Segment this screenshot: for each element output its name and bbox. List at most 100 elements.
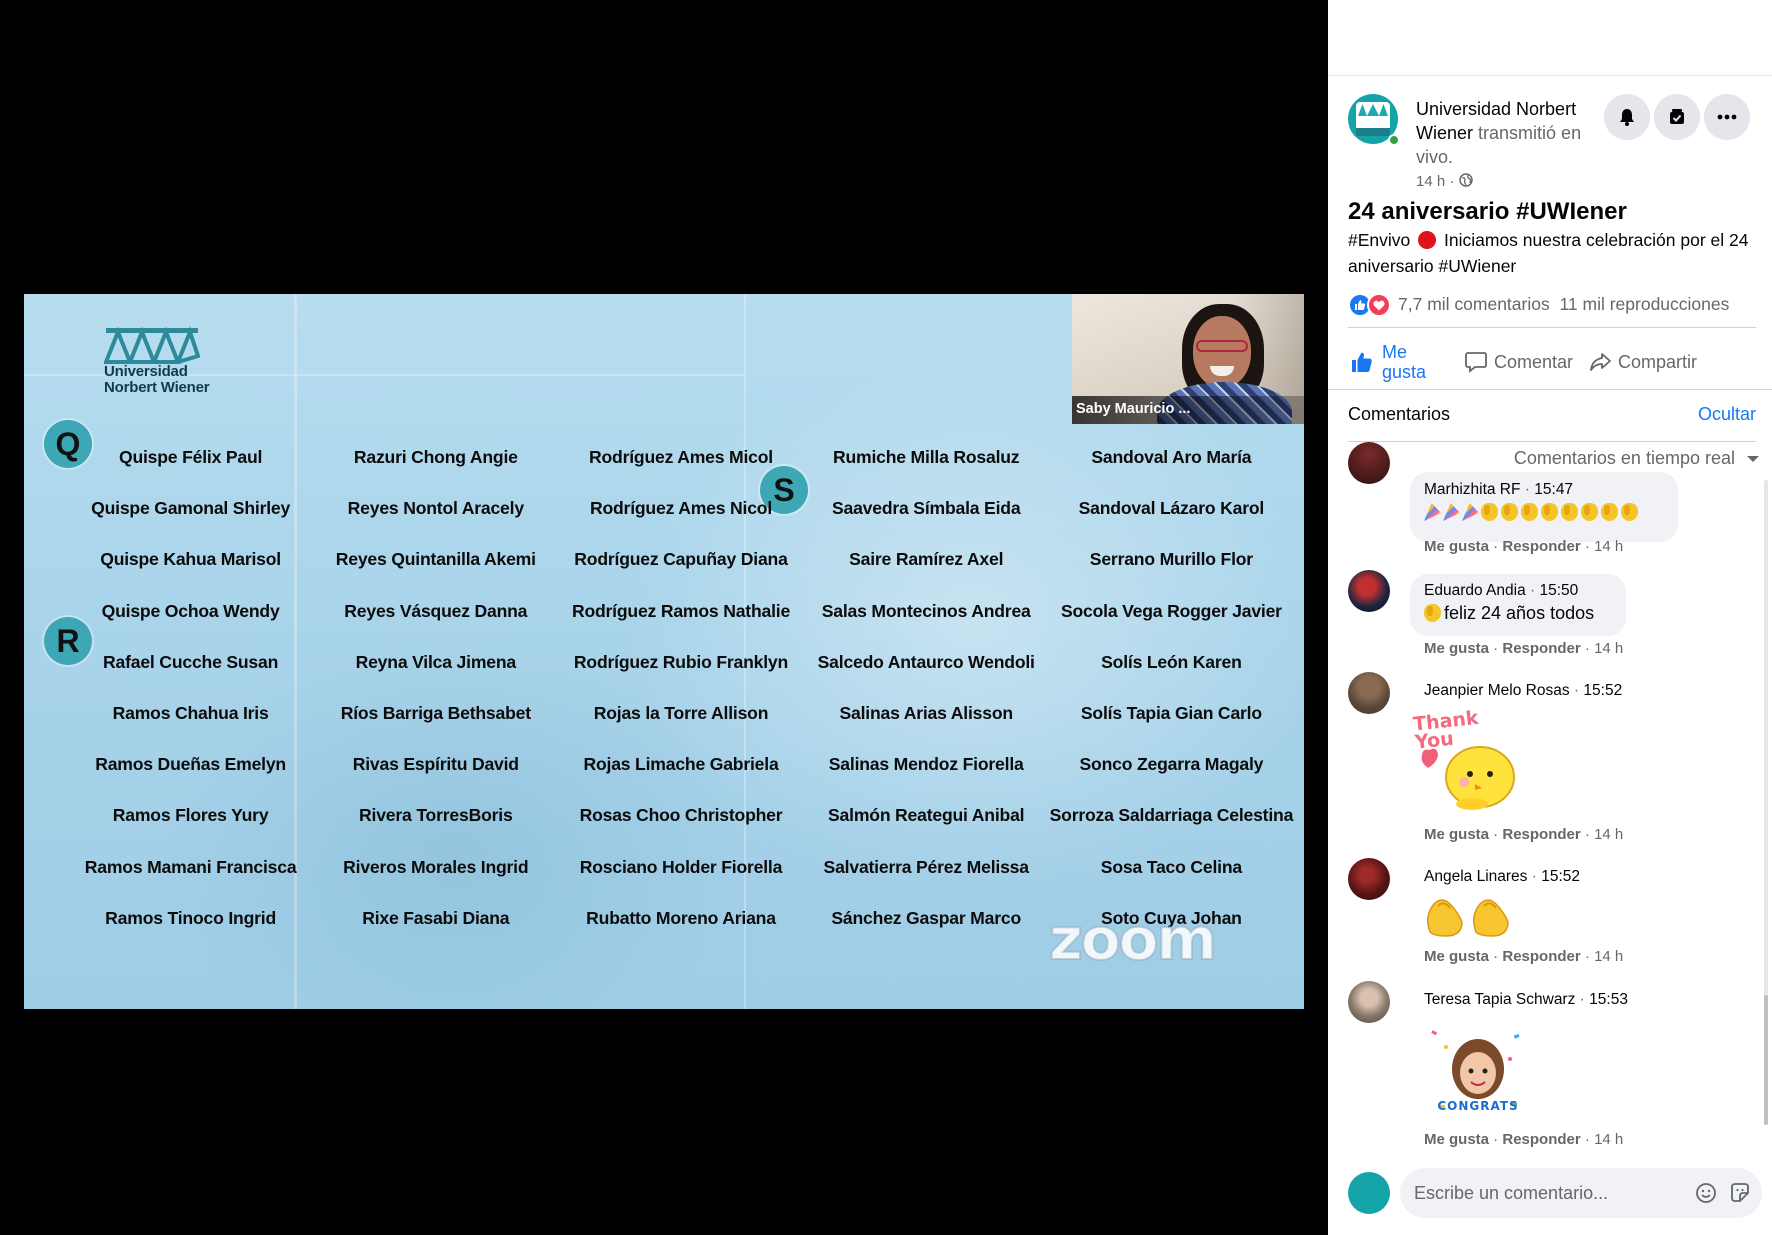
post-body: #Envivo Iniciamos nuestra celebración po… [1348,227,1758,279]
comment-composer[interactable] [1400,1168,1762,1218]
comment-reply-link[interactable]: Responder [1502,826,1580,843]
comment-author[interactable]: Eduardo Andia [1424,582,1526,599]
more-dots-icon [1717,114,1737,120]
comment-time: 15:47 [1534,481,1574,498]
more-options-button[interactable] [1704,94,1750,140]
comment-like-link[interactable]: Me gusta [1424,538,1489,555]
graduate-name: Quispe Gamonal Shirley [91,498,291,519]
graduate-name: Salcedo Antaurco Wendoli [817,651,1035,672]
comment-item: Jeanpier Melo Rosas · 15:52 Thank You Me… [1348,672,1748,847]
comment-bubble: Eduardo Andia · 15:50 feliz 24 años todo… [1410,574,1626,636]
scrollbar-thumb[interactable] [1764,995,1768,1125]
comments-scrollbar[interactable] [1764,480,1768,1125]
comments-count[interactable]: 7,7 mil comentarios [1398,294,1550,314]
graduate-name: Rodríguez Ames Nicol [589,498,773,519]
notifications-button[interactable] [1604,94,1650,140]
divider [1348,327,1756,328]
commenter-avatar[interactable] [1348,858,1390,900]
comment-like-link[interactable]: Me gusta [1424,826,1489,843]
commenter-avatar[interactable] [1348,442,1390,484]
comment-like-link[interactable]: Me gusta [1424,640,1489,657]
comment-author[interactable]: Jeanpier Melo Rosas [1424,682,1570,699]
hide-comments-link[interactable]: Ocultar [1698,404,1756,425]
graduate-name: Solís Tapia Gian Carlo [1080,703,1262,724]
comment-reply-link[interactable]: Responder [1502,1131,1580,1148]
comment-input[interactable] [1400,1168,1650,1218]
save-icon [1670,109,1684,124]
post-header: Universidad Norbert Wiener transmitió en… [1348,94,1758,190]
graduate-name: Rojas Limache Gabriela [583,754,779,775]
comment-label: Comentar [1494,351,1574,372]
comment-bubble: Marhizhita RF · 15:47 [1410,472,1678,542]
comment-like-link[interactable]: Me gusta [1424,948,1489,965]
graduate-name: Serrano Murillo Flor [1089,549,1253,570]
share-label: Compartir [1618,351,1698,372]
party-popper-icon [1443,503,1460,521]
zoom-watermark: zoom [1048,905,1218,973]
graduate-name: Salinas Arias Alisson [839,703,1013,724]
participant-video-tile[interactable]: Saby Mauricio ... [1072,294,1304,424]
clapping-hands-icon [1601,503,1618,521]
comment-item: Marhizhita RF · 15:47 Me gusta · Respond… [1348,442,1748,562]
comment-author[interactable]: Angela Linares [1424,868,1527,885]
clapping-hands-icon [1427,899,1509,937]
graduate-name: Saire Ramírez Axel [849,549,1004,570]
graduate-name: Rodríguez Rubio Franklyn [573,651,789,672]
current-user-avatar[interactable] [1348,1172,1390,1214]
separator: · [1530,582,1536,599]
clapping-hands-icon [1501,503,1518,521]
party-popper-icon [1424,503,1441,521]
sticker-text: Thank You [1412,706,1480,754]
commenter-avatar[interactable] [1348,981,1390,1023]
graduate-name: Saavedra Símbala Eida [831,498,1021,519]
like-button[interactable]: Me gusta [1350,338,1442,386]
comment-author[interactable]: Teresa Tapia Schwarz [1424,991,1575,1008]
share-arrow-icon [1590,353,1611,371]
comment-age[interactable]: 14 h [1594,538,1623,555]
clapping-hands-icon [1521,503,1538,521]
clapping-hands-icon [1561,503,1578,521]
graduate-name: Salinas Mendoz Fiorella [828,754,1024,775]
comment-actions: Me gusta · Responder · 14 h [1424,640,1624,657]
post-timestamp: 14 h · [1416,173,1473,190]
comment-time: 15:53 [1589,991,1628,1008]
comment-age[interactable]: 14 h [1594,1131,1623,1148]
emoji-picker-icon[interactable] [1694,1181,1718,1205]
comment-reply-link[interactable]: Responder [1502,948,1580,965]
post-stats: 7,7 mil comentarios 11 mil reproduccione… [1398,294,1729,315]
graduate-name: Salvatierra Pérez Melissa [823,856,1029,877]
comment-age[interactable]: 14 h [1594,826,1623,843]
comment-reply-link[interactable]: Responder [1502,538,1580,555]
post-hashtag[interactable]: #Envivo [1348,230,1410,250]
sidebar-top-bar [1328,0,1772,76]
commenter-avatar[interactable] [1348,672,1390,714]
live-video-player[interactable]: Universidad Norbert Wiener Q R S Quispe … [24,294,1304,1009]
comment-item: Angela Linares · 15:52 Me gusta · Respon… [1348,858,1748,968]
save-video-button[interactable] [1654,94,1700,140]
university-logo: Universidad Norbert Wiener [104,326,244,396]
bell-icon [1620,109,1634,126]
commenter-avatar[interactable] [1348,570,1390,612]
sticker-icon[interactable] [1728,1181,1752,1205]
graduate-name: Ramos Mamani Francisca [84,856,297,877]
comment-button[interactable]: Comentar [1464,338,1573,386]
divider [1328,389,1772,390]
love-reaction-icon[interactable] [1367,293,1391,317]
post-time-link[interactable]: 14 h [1416,173,1445,190]
comment-author[interactable]: Marhizhita RF [1424,481,1520,498]
graduate-name: Reyes Quintanilla Akemi [335,549,536,570]
comment-age[interactable]: 14 h [1594,640,1623,657]
comment-age[interactable]: 14 h [1594,948,1623,965]
online-status-dot [1388,134,1400,146]
logo-line-1: Universidad [104,363,188,380]
comment-like-link[interactable]: Me gusta [1424,1131,1489,1148]
clap-emoji-row [1424,894,1520,943]
share-button[interactable]: Compartir [1588,338,1697,386]
comment-reply-link[interactable]: Responder [1502,640,1580,657]
graduate-name: Reyna Vilca Jimena [355,651,517,672]
globe-icon [1458,173,1473,187]
congrats-sticker: CONGRATS [1426,1025,1530,1129]
graduate-name: Sosa Taco Celina [1100,856,1242,877]
university-logo-mark [104,326,200,364]
post-author-line: Universidad Norbert Wiener transmitió en… [1416,97,1606,169]
